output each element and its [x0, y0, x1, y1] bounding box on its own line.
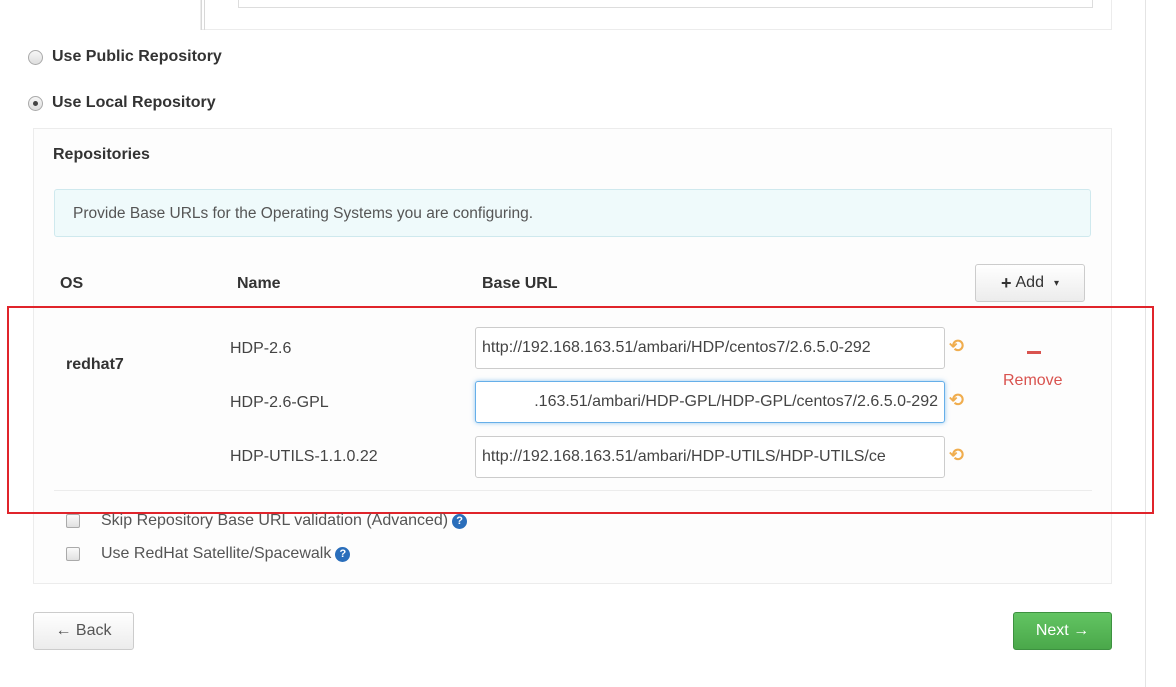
os-name: redhat7	[66, 356, 124, 373]
column-header-base-url: Base URL	[482, 275, 558, 292]
row-divider	[54, 490, 1092, 491]
base-url-value: http://192.168.163.51/ambari/HDP-UTILS/H…	[482, 448, 886, 465]
remove-icon[interactable]	[1027, 351, 1041, 354]
skip-validation-checkbox[interactable]	[66, 514, 80, 528]
use-satellite-checkbox[interactable]	[66, 547, 80, 561]
undo-icon[interactable]: ⟲	[949, 390, 964, 411]
column-header-name: Name	[237, 275, 281, 292]
repo-name: HDP-2.6	[230, 340, 292, 357]
public-repo-label: Use Public Repository	[52, 48, 222, 65]
repo-name: HDP-UTILS-1.1.0.22	[230, 448, 378, 465]
help-icon[interactable]: ?	[452, 513, 468, 529]
undo-icon[interactable]: ⟲	[949, 445, 964, 466]
skip-validation-option[interactable]: Skip Repository Base URL validation (Adv…	[66, 512, 468, 530]
add-button-label: Add	[1015, 274, 1044, 291]
help-icon[interactable]: ?	[335, 546, 351, 562]
base-url-input[interactable]: http://192.168.163.51/ambari/HDP-UTILS/H…	[475, 436, 945, 478]
base-url-value: .163.51/ambari/HDP-GPL/HDP-GPL/centos7/2…	[534, 393, 938, 410]
caret-down-icon: ▾	[1053, 277, 1059, 289]
use-local-repo-option[interactable]: Use Local Repository	[28, 94, 216, 112]
add-os-button[interactable]: + Add ▾	[975, 264, 1085, 302]
plus-icon: +	[1000, 272, 1012, 293]
skip-validation-label: Skip Repository Base URL validation (Adv…	[101, 512, 449, 529]
info-alert: Provide Base URLs for the Operating Syst…	[54, 189, 1091, 237]
base-url-input[interactable]: .163.51/ambari/HDP-GPL/HDP-GPL/centos7/2…	[475, 381, 945, 423]
use-public-repo-option[interactable]: Use Public Repository	[28, 48, 222, 66]
next-button[interactable]: Next →	[1013, 612, 1112, 650]
column-header-os: OS	[60, 275, 84, 292]
remove-os-link[interactable]: Remove	[1003, 372, 1063, 390]
repo-name: HDP-2.6-GPL	[230, 394, 329, 411]
public-repo-radio[interactable]	[28, 49, 43, 65]
local-repo-radio[interactable]	[28, 95, 43, 111]
use-satellite-option[interactable]: Use RedHat Satellite/Spacewalk ?	[66, 545, 351, 563]
back-button[interactable]: ← Back	[33, 612, 134, 650]
repositories-title: Repositories	[53, 146, 150, 163]
base-url-input[interactable]: http://192.168.163.51/ambari/HDP/centos7…	[475, 327, 945, 369]
page-border	[1145, 0, 1146, 687]
undo-icon[interactable]: ⟲	[949, 336, 964, 357]
local-repo-label: Use Local Repository	[52, 94, 216, 111]
use-satellite-label: Use RedHat Satellite/Spacewalk	[101, 545, 332, 562]
previous-panel	[200, 0, 1112, 30]
panel-divider	[201, 0, 205, 30]
base-url-value: http://192.168.163.51/ambari/HDP/centos7…	[482, 339, 871, 356]
previous-input	[238, 0, 1093, 8]
